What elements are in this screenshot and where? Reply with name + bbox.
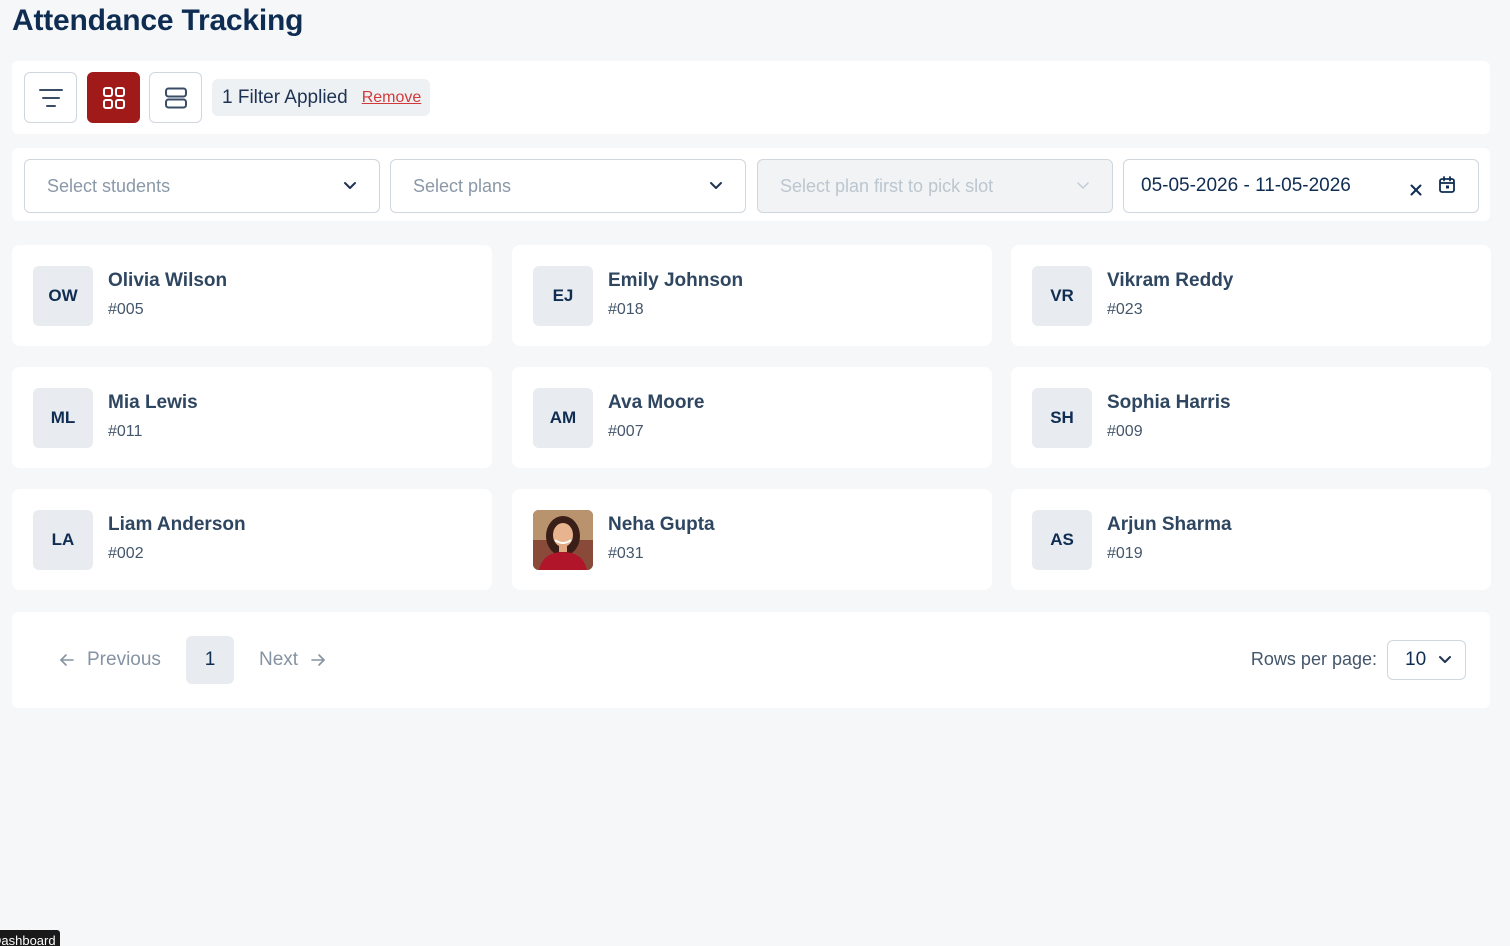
student-card[interactable]: AM Ava Moore #007 xyxy=(512,367,992,468)
student-name: Arjun Sharma xyxy=(1107,514,1232,535)
student-id: #018 xyxy=(608,301,644,318)
filter-lines-icon xyxy=(38,88,63,107)
rows-per-page-value: 10 xyxy=(1405,649,1427,670)
filter-button[interactable] xyxy=(24,72,77,123)
avatar: AS xyxy=(1032,510,1092,570)
student-card[interactable]: OW Olivia Wilson #005 xyxy=(12,245,492,346)
student-id: #023 xyxy=(1107,301,1143,318)
arrow-right-icon xyxy=(311,654,325,666)
student-name: Neha Gupta xyxy=(608,514,715,535)
arrow-left-icon xyxy=(60,654,74,666)
next-page-button[interactable]: Next xyxy=(259,649,326,671)
student-name: Ava Moore xyxy=(608,392,705,413)
plans-select-placeholder: Select plans xyxy=(413,175,512,196)
clear-date-icon[interactable] xyxy=(1410,184,1422,196)
next-label: Next xyxy=(259,649,299,670)
student-name: Vikram Reddy xyxy=(1107,270,1234,291)
student-id: #007 xyxy=(608,423,644,440)
list-rows-icon xyxy=(164,87,187,108)
remove-filter-link[interactable]: Remove xyxy=(362,89,422,107)
avatar: ML xyxy=(33,388,93,448)
page-number-button[interactable]: 1 xyxy=(186,636,234,684)
students-select[interactable]: Select students xyxy=(24,159,380,213)
chevron-down-icon xyxy=(343,181,357,191)
pagination-bar: Previous 1 Next Rows per page: 10 xyxy=(12,612,1490,708)
chevron-down-icon xyxy=(709,181,723,191)
list-view-button[interactable] xyxy=(149,72,202,123)
filter-status-pill: 1 Filter Applied Remove xyxy=(212,79,431,116)
tooltip: Dashboard xyxy=(0,930,60,946)
previous-page-button[interactable]: Previous xyxy=(59,649,161,671)
student-name: Mia Lewis xyxy=(108,392,198,413)
grid-view-button[interactable] xyxy=(87,72,140,123)
date-range-value: 05-05-2026 - 11-05-2026 xyxy=(1141,175,1351,196)
slot-select: Select plan first to pick slot xyxy=(757,159,1113,213)
student-id: #019 xyxy=(1107,545,1143,562)
filter-status-text: 1 Filter Applied xyxy=(222,86,348,108)
student-name: Sophia Harris xyxy=(1107,392,1231,413)
avatar: AM xyxy=(533,388,593,448)
calendar-icon[interactable] xyxy=(1438,176,1456,194)
avatar: OW xyxy=(33,266,93,326)
filter-bar: Select students Select plans Select plan… xyxy=(12,148,1490,221)
student-card[interactable]: VR Vikram Reddy #023 xyxy=(1011,245,1491,346)
student-id: #009 xyxy=(1107,423,1143,440)
student-card[interactable]: LA Liam Anderson #002 xyxy=(12,489,492,590)
student-name: Emily Johnson xyxy=(608,270,744,291)
student-name: Liam Anderson xyxy=(108,514,246,535)
date-range-picker[interactable]: 05-05-2026 - 11-05-2026 xyxy=(1123,159,1479,213)
rows-per-page-label: Rows per page: xyxy=(1250,649,1377,669)
student-card[interactable]: Neha Gupta #031 xyxy=(512,489,992,590)
rows-per-page-select[interactable]: 10 xyxy=(1387,640,1466,680)
student-card[interactable]: EJ Emily Johnson #018 xyxy=(512,245,992,346)
toolbar: 1 Filter Applied Remove xyxy=(12,61,1490,134)
avatar-photo xyxy=(533,510,593,570)
avatar: EJ xyxy=(533,266,593,326)
student-card[interactable]: AS Arjun Sharma #019 xyxy=(1011,489,1491,590)
person-photo xyxy=(533,510,593,570)
chevron-down-icon xyxy=(1438,655,1452,665)
avatar: SH xyxy=(1032,388,1092,448)
previous-label: Previous xyxy=(87,649,161,670)
students-select-placeholder: Select students xyxy=(47,175,171,196)
avatar: VR xyxy=(1032,266,1092,326)
student-id: #005 xyxy=(108,301,144,318)
avatar: LA xyxy=(33,510,93,570)
student-id: #002 xyxy=(108,545,144,562)
student-name: Olivia Wilson xyxy=(108,270,228,291)
student-card[interactable]: ML Mia Lewis #011 xyxy=(12,367,492,468)
student-id: #011 xyxy=(108,423,143,440)
student-id: #031 xyxy=(608,545,644,562)
page-title: Attendance Tracking xyxy=(12,4,304,37)
chevron-down-icon xyxy=(1076,181,1090,191)
grid-icon xyxy=(102,86,125,109)
plans-select[interactable]: Select plans xyxy=(390,159,746,213)
student-card[interactable]: SH Sophia Harris #009 xyxy=(1011,367,1491,468)
slot-select-placeholder: Select plan first to pick slot xyxy=(780,175,994,196)
